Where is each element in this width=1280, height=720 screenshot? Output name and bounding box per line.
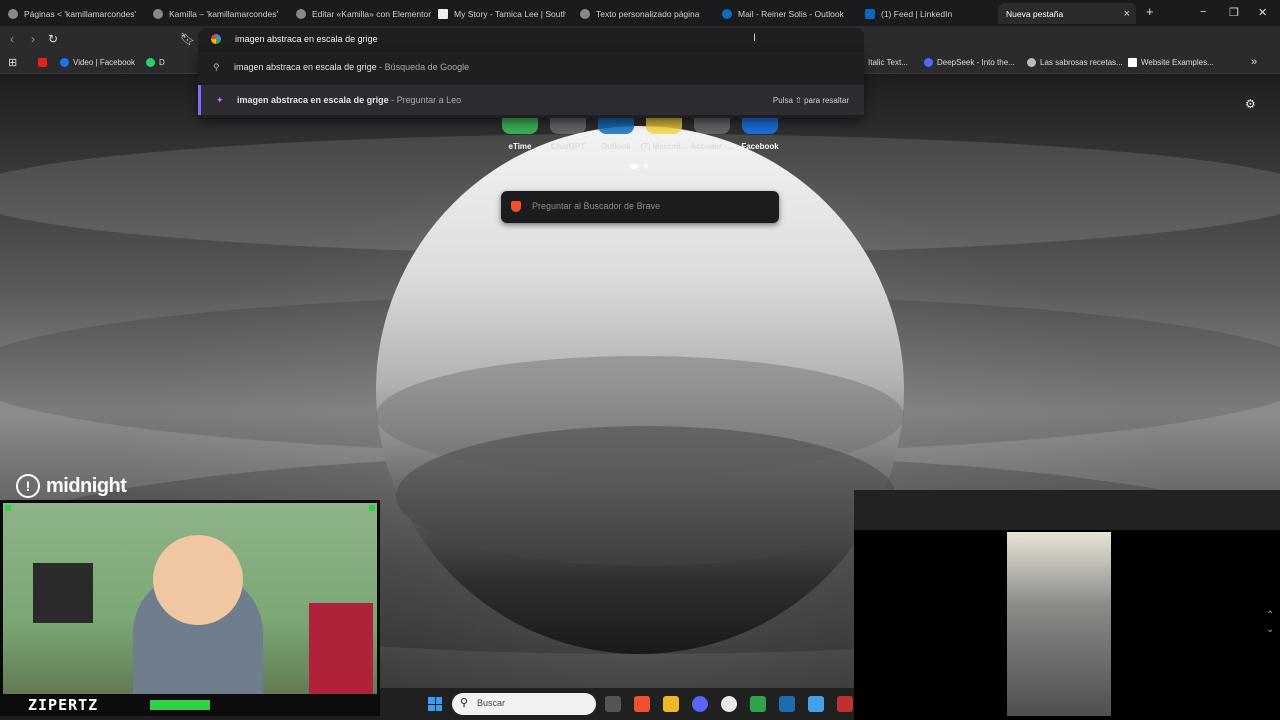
- omnibox-suggestions: ⚲ imagen abstraca en escala de grige - B…: [198, 52, 864, 118]
- bookmark-website-examples[interactable]: Website Examples...: [1128, 58, 1214, 67]
- suggestion-source: - Preguntar a Leo: [391, 95, 462, 105]
- info-icon: !: [16, 474, 40, 498]
- restore-button[interactable]: ❐: [1229, 6, 1239, 19]
- brave-search-box[interactable]: Preguntar al Buscador de Brave: [501, 191, 779, 223]
- google-icon: [211, 34, 221, 44]
- app-icon[interactable]: [750, 696, 766, 712]
- tab-my-story[interactable]: My Story - Tamica Lee | Southe: [438, 3, 566, 24]
- tab-new[interactable]: Nueva pestaña ×: [998, 3, 1136, 24]
- tab-strip: Páginas < 'kamillamarcondes' Kamilla – '…: [0, 0, 1280, 26]
- tab-label: Texto personalizado página: [596, 8, 700, 19]
- top-site-label: Facebook: [741, 142, 779, 151]
- bookmark-italic-text[interactable]: Italic Text...: [868, 58, 908, 67]
- slack-icon[interactable]: [721, 696, 737, 712]
- forward-icon[interactable]: ›: [31, 32, 35, 46]
- taskbar: ⚲ Buscar: [380, 688, 854, 720]
- tab-label: Editar «Kamilla» con Elementor: [312, 8, 431, 19]
- streamer-nameplate: ZIPERTZ: [0, 694, 378, 716]
- bookmark-facebook[interactable]: Video | Facebook: [60, 58, 135, 67]
- tab-label: Mail - Reiner Solis - Outlook: [738, 8, 844, 19]
- whatsapp-icon: [146, 58, 155, 67]
- taskbar-search-placeholder: Buscar: [477, 698, 506, 708]
- character-head: [153, 535, 243, 625]
- webcam-overlay: [0, 500, 380, 716]
- streamer-name: ZIPERTZ: [28, 696, 99, 714]
- apps-icon[interactable]: ⊞: [8, 56, 17, 69]
- suggestion-hint: Pulsa ⇧ para resaltar: [772, 95, 849, 105]
- page-dot[interactable]: [643, 164, 648, 169]
- notepad-icon[interactable]: [808, 696, 824, 712]
- outlook-icon: [722, 8, 732, 19]
- accent-bar: [150, 700, 210, 710]
- suggestion-text: imagen abstraca en escala de grige: [234, 62, 377, 72]
- tab-close-icon[interactable]: ×: [1124, 8, 1130, 20]
- wordpress-icon: [8, 8, 18, 19]
- mini-browser-screenshot: [854, 490, 1280, 530]
- tab-label: Kamilla – 'kamillamarcondes': [169, 8, 279, 19]
- suggestion-source: - Búsqueda de Google: [379, 62, 470, 72]
- video-overlay: ⌃ ⌄: [854, 490, 1280, 720]
- youtube-icon[interactable]: [38, 58, 47, 67]
- tab-label: Páginas < 'kamillamarcondes': [24, 8, 137, 19]
- bookmark-whatsapp[interactable]: D: [146, 58, 165, 67]
- scroll-up-icon[interactable]: ⌃: [1266, 610, 1274, 621]
- app-icon[interactable]: [837, 696, 853, 712]
- tab-paginas[interactable]: Páginas < 'kamillamarcondes': [8, 3, 143, 24]
- vertical-video: [1007, 532, 1111, 716]
- discord-icon[interactable]: [692, 696, 708, 712]
- brand-text: midnight: [46, 474, 127, 497]
- brave-icon[interactable]: [634, 696, 650, 712]
- page-dot-active[interactable]: [630, 164, 639, 169]
- wordpress-icon: [296, 8, 306, 19]
- bookmark-recetas[interactable]: Las sabrosas recetas...: [1027, 58, 1123, 67]
- brave-icon: [511, 201, 521, 212]
- back-icon[interactable]: ‹: [10, 32, 14, 46]
- address-bar[interactable]: imagen abstraca en escala de grige I: [198, 28, 864, 52]
- address-input[interactable]: imagen abstraca en escala de grige: [235, 34, 378, 44]
- search-icon: ⚲: [460, 697, 469, 709]
- tab-label: (1) Feed | LinkedIn: [881, 8, 953, 19]
- deepseek-icon: [924, 58, 933, 67]
- tab-label: My Story - Tamica Lee | Southe: [454, 8, 566, 19]
- linkedin-icon: [865, 8, 875, 19]
- gear-icon[interactable]: ⚙: [1245, 97, 1256, 111]
- reload-icon[interactable]: ↻: [48, 32, 58, 46]
- close-button[interactable]: ✕: [1258, 6, 1267, 19]
- suggestion-text: imagen abstraca en escala de grige: [237, 95, 389, 105]
- leo-icon: ✦: [216, 94, 224, 105]
- facebook-icon: [60, 58, 69, 67]
- gear-icon: [580, 8, 590, 19]
- text-cursor-icon: I: [753, 32, 757, 44]
- steam-icon[interactable]: [779, 696, 795, 712]
- bookmark-deepseek[interactable]: DeepSeek - Into the...: [924, 58, 1015, 67]
- tab-kamilla[interactable]: Kamilla – 'kamillamarcondes': [153, 3, 288, 24]
- monitor-image: [33, 563, 93, 623]
- tab-outlook[interactable]: Mail - Reiner Solis - Outlook: [722, 3, 857, 24]
- tab-texto[interactable]: Texto personalizado página: [580, 3, 715, 24]
- tab-elementor[interactable]: Editar «Kamilla» con Elementor: [296, 3, 431, 24]
- wordpress-icon: [153, 8, 163, 19]
- file-explorer-icon[interactable]: [663, 696, 679, 712]
- taskbar-search[interactable]: ⚲ Buscar: [452, 693, 596, 715]
- tab-label: Nueva pestaña: [1006, 8, 1064, 19]
- task-view-icon[interactable]: [605, 696, 621, 712]
- w-icon: [1128, 58, 1137, 67]
- tab-linkedin[interactable]: (1) Feed | LinkedIn: [865, 3, 995, 24]
- minimize-button[interactable]: −: [1200, 6, 1206, 18]
- suggestion-google[interactable]: ⚲ imagen abstraca en escala de grige - B…: [198, 52, 864, 82]
- windows-start-icon[interactable]: [428, 697, 442, 711]
- brave-search-placeholder: Preguntar al Buscador de Brave: [532, 201, 661, 211]
- new-tab-button[interactable]: +: [1146, 4, 1154, 19]
- site-icon: [438, 8, 448, 19]
- midnight-logo: ! midnight: [16, 474, 127, 498]
- scroll-down-icon[interactable]: ⌄: [1266, 624, 1274, 635]
- bookmark-icon[interactable]: 🔖︎: [180, 32, 195, 46]
- search-icon: ⚲: [213, 61, 220, 72]
- suggestion-leo[interactable]: ✦ imagen abstraca en escala de grige - P…: [198, 85, 864, 115]
- globe-icon: [1027, 58, 1036, 67]
- bookmarks-overflow[interactable]: »: [1251, 56, 1257, 68]
